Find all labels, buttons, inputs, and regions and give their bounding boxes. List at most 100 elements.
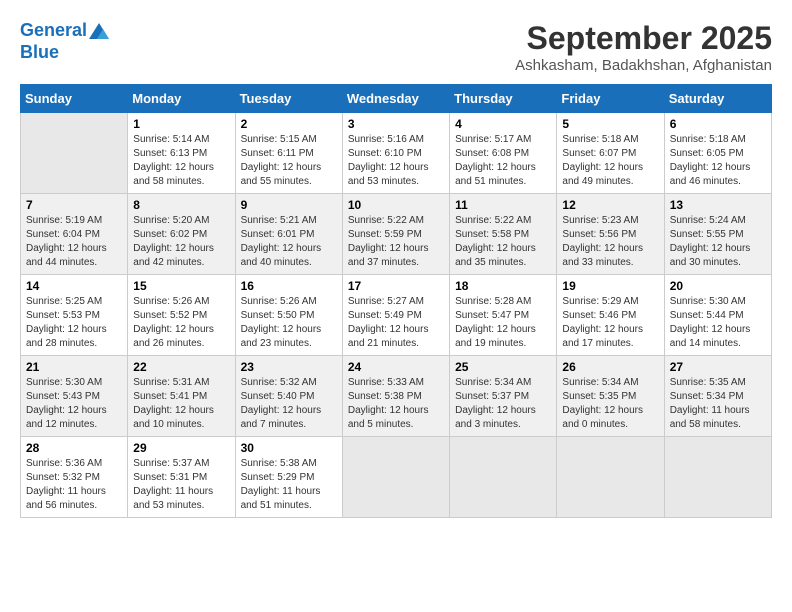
day-number: 17 xyxy=(348,279,444,293)
calendar-cell: 1Sunrise: 5:14 AMSunset: 6:13 PMDaylight… xyxy=(128,113,235,194)
calendar-cell xyxy=(21,113,128,194)
calendar-cell: 27 Sunrise: 5:35 AMSunset: 5:34 PMDayligh… xyxy=(664,356,771,437)
title-block: September 2025 Ashkasham, Badakhshan, Af… xyxy=(515,20,772,74)
day-info: Sunrise: 5:35 AMSunset: 5:34 PMDaylight:… xyxy=(670,376,766,432)
day-info: Sunrise: 5:30 AMSunset: 5:43 PMDaylight:… xyxy=(26,376,122,432)
day-number: 13 xyxy=(670,198,766,212)
calendar-cell: 2 Sunrise: 5:15 AMSunset: 6:11 PMDaylight… xyxy=(235,113,342,194)
week-row-4: 21Sunrise: 5:30 AMSunset: 5:43 PMDayligh… xyxy=(21,356,772,437)
logo-text: General Blue xyxy=(20,20,109,63)
day-info: Sunrise: 5:33 AMSunset: 5:38 PMDaylight:… xyxy=(348,376,444,432)
day-number: 9 xyxy=(241,198,337,212)
calendar-cell xyxy=(557,437,664,518)
day-info: Sunrise: 5:23 AMSunset: 5:56 PMDaylight:… xyxy=(562,214,658,270)
day-number: 3 xyxy=(348,117,444,131)
day-number: 30 xyxy=(241,441,337,455)
calendar-cell: 19Sunrise: 5:29 AMSunset: 5:46 PMDayligh… xyxy=(557,275,664,356)
calendar-cell: 3Sunrise: 5:16 AMSunset: 6:10 PMDaylight… xyxy=(342,113,449,194)
day-number: 27 xyxy=(670,360,766,374)
day-info: Sunrise: 5:28 AMSunset: 5:47 PMDaylight:… xyxy=(455,295,551,351)
day-number: 24 xyxy=(348,360,444,374)
day-number: 5 xyxy=(562,117,658,131)
day-number: 22 xyxy=(133,360,229,374)
day-header-wednesday: Wednesday xyxy=(342,85,449,113)
day-number: 18 xyxy=(455,279,551,293)
calendar-cell: 9Sunrise: 5:21 AMSunset: 6:01 PMDaylight… xyxy=(235,194,342,275)
day-number: 26 xyxy=(562,360,658,374)
day-header-tuesday: Tuesday xyxy=(235,85,342,113)
day-header-saturday: Saturday xyxy=(664,85,771,113)
calendar-cell xyxy=(450,437,557,518)
day-info: Sunrise: 5:36 AMSunset: 5:32 PMDaylight:… xyxy=(26,457,122,513)
calendar-cell: 12 Sunrise: 5:23 AMSunset: 5:56 PMDayligh… xyxy=(557,194,664,275)
day-info: Sunrise: 5:38 AMSunset: 5:29 PMDaylight:… xyxy=(241,457,337,513)
week-row-5: 28Sunrise: 5:36 AMSunset: 5:32 PMDayligh… xyxy=(21,437,772,518)
day-info: Sunrise: 5:24 AMSunset: 5:55 PMDaylight:… xyxy=(670,214,766,270)
calendar-cell: 16 Sunrise: 5:26 AMSunset: 5:50 PMDayligh… xyxy=(235,275,342,356)
calendar-cell: 21Sunrise: 5:30 AMSunset: 5:43 PMDayligh… xyxy=(21,356,128,437)
day-number: 15 xyxy=(133,279,229,293)
day-info: Sunrise: 5:22 AMSunset: 5:59 PMDaylight:… xyxy=(348,214,444,270)
calendar-cell: 5 Sunrise: 5:18 AMSunset: 6:07 PMDaylight… xyxy=(557,113,664,194)
calendar-cell: 23 Sunrise: 5:32 AMSunset: 5:40 PMDayligh… xyxy=(235,356,342,437)
day-info: Sunrise: 5:37 AMSunset: 5:31 PMDaylight:… xyxy=(133,457,229,513)
calendar-cell: 14Sunrise: 5:25 AMSunset: 5:53 PMDayligh… xyxy=(21,275,128,356)
calendar-table: SundayMondayTuesdayWednesdayThursdayFrid… xyxy=(20,84,772,518)
month-title: September 2025 xyxy=(515,20,772,57)
day-number: 10 xyxy=(348,198,444,212)
location: Ashkasham, Badakhshan, Afghanistan xyxy=(515,57,772,74)
day-number: 29 xyxy=(133,441,229,455)
day-number: 19 xyxy=(562,279,658,293)
calendar-cell: 10 Sunrise: 5:22 AMSunset: 5:59 PMDayligh… xyxy=(342,194,449,275)
day-info: Sunrise: 5:19 AMSunset: 6:04 PMDaylight:… xyxy=(26,214,122,270)
calendar-cell: 26 Sunrise: 5:34 AMSunset: 5:35 PMDayligh… xyxy=(557,356,664,437)
day-number: 23 xyxy=(241,360,337,374)
day-info: Sunrise: 5:26 AMSunset: 5:50 PMDaylight:… xyxy=(241,295,337,351)
day-info: Sunrise: 5:18 AMSunset: 6:07 PMDaylight:… xyxy=(562,133,658,189)
day-header-sunday: Sunday xyxy=(21,85,128,113)
day-info: Sunrise: 5:20 AMSunset: 6:02 PMDaylight:… xyxy=(133,214,229,270)
logo: General Blue xyxy=(20,20,109,63)
page-header: General Blue September 2025 Ashkasham, B… xyxy=(20,20,772,74)
calendar-cell: 30 Sunrise: 5:38 AMSunset: 5:29 PMDayligh… xyxy=(235,437,342,518)
week-row-3: 14Sunrise: 5:25 AMSunset: 5:53 PMDayligh… xyxy=(21,275,772,356)
day-number: 12 xyxy=(562,198,658,212)
day-info: Sunrise: 5:34 AMSunset: 5:35 PMDaylight:… xyxy=(562,376,658,432)
day-number: 2 xyxy=(241,117,337,131)
calendar-cell xyxy=(342,437,449,518)
day-info: Sunrise: 5:30 AMSunset: 5:44 PMDaylight:… xyxy=(670,295,766,351)
day-info: Sunrise: 5:14 AMSunset: 6:13 PMDaylight:… xyxy=(133,133,229,189)
day-number: 4 xyxy=(455,117,551,131)
week-row-2: 7Sunrise: 5:19 AMSunset: 6:04 PMDaylight… xyxy=(21,194,772,275)
day-info: Sunrise: 5:26 AMSunset: 5:52 PMDaylight:… xyxy=(133,295,229,351)
day-number: 25 xyxy=(455,360,551,374)
day-info: Sunrise: 5:17 AMSunset: 6:08 PMDaylight:… xyxy=(455,133,551,189)
calendar-cell: 6 Sunrise: 5:18 AMSunset: 6:05 PMDaylight… xyxy=(664,113,771,194)
calendar-cell xyxy=(664,437,771,518)
day-info: Sunrise: 5:15 AMSunset: 6:11 PMDaylight:… xyxy=(241,133,337,189)
calendar-cell: 29 Sunrise: 5:37 AMSunset: 5:31 PMDayligh… xyxy=(128,437,235,518)
day-info: Sunrise: 5:31 AMSunset: 5:41 PMDaylight:… xyxy=(133,376,229,432)
calendar-cell: 28Sunrise: 5:36 AMSunset: 5:32 PMDayligh… xyxy=(21,437,128,518)
day-info: Sunrise: 5:18 AMSunset: 6:05 PMDaylight:… xyxy=(670,133,766,189)
calendar-cell: 24 Sunrise: 5:33 AMSunset: 5:38 PMDayligh… xyxy=(342,356,449,437)
day-number: 11 xyxy=(455,198,551,212)
day-info: Sunrise: 5:32 AMSunset: 5:40 PMDaylight:… xyxy=(241,376,337,432)
logo-icon xyxy=(89,23,109,39)
calendar-cell: 18 Sunrise: 5:28 AMSunset: 5:47 PMDayligh… xyxy=(450,275,557,356)
calendar-cell: 13 Sunrise: 5:24 AMSunset: 5:55 PMDayligh… xyxy=(664,194,771,275)
day-header-thursday: Thursday xyxy=(450,85,557,113)
calendar-cell: 8Sunrise: 5:20 AMSunset: 6:02 PMDaylight… xyxy=(128,194,235,275)
day-number: 6 xyxy=(670,117,766,131)
day-header-friday: Friday xyxy=(557,85,664,113)
day-info: Sunrise: 5:34 AMSunset: 5:37 PMDaylight:… xyxy=(455,376,551,432)
calendar-cell: 25 Sunrise: 5:34 AMSunset: 5:37 PMDayligh… xyxy=(450,356,557,437)
header-row: SundayMondayTuesdayWednesdayThursdayFrid… xyxy=(21,85,772,113)
calendar-cell: 7Sunrise: 5:19 AMSunset: 6:04 PMDaylight… xyxy=(21,194,128,275)
calendar-cell: 22 Sunrise: 5:31 AMSunset: 5:41 PMDayligh… xyxy=(128,356,235,437)
day-number: 16 xyxy=(241,279,337,293)
week-row-1: 1Sunrise: 5:14 AMSunset: 6:13 PMDaylight… xyxy=(21,113,772,194)
calendar-cell: 4 Sunrise: 5:17 AMSunset: 6:08 PMDaylight… xyxy=(450,113,557,194)
calendar-cell: 20Sunrise: 5:30 AMSunset: 5:44 PMDayligh… xyxy=(664,275,771,356)
day-info: Sunrise: 5:22 AMSunset: 5:58 PMDaylight:… xyxy=(455,214,551,270)
